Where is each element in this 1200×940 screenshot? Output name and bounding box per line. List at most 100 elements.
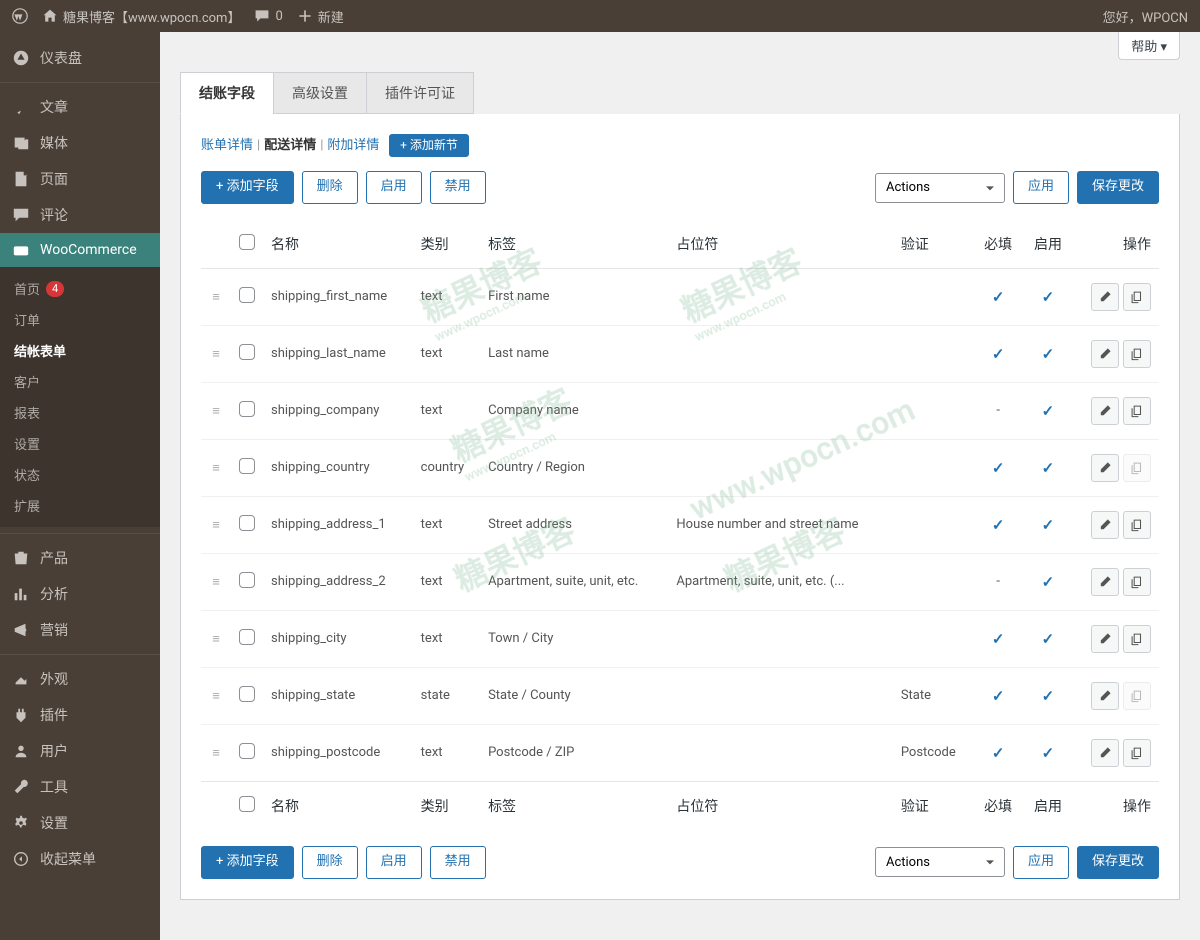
disable-button-bottom[interactable]: 禁用: [430, 846, 486, 879]
apply-button-bottom[interactable]: 应用: [1013, 846, 1069, 879]
row-checkbox[interactable]: [239, 287, 255, 303]
copy-button[interactable]: [1123, 739, 1151, 767]
menu-item-product[interactable]: 产品: [0, 540, 160, 576]
drag-handle[interactable]: ≡: [201, 268, 231, 325]
menu-item-users[interactable]: 用户: [0, 733, 160, 769]
submenu-item[interactable]: 结帐表单: [0, 335, 160, 366]
menu-item-pin[interactable]: 文章: [0, 89, 160, 125]
submenu-item[interactable]: 客户: [0, 366, 160, 397]
cell-label: Postcode / ZIP: [480, 724, 668, 781]
copy-button[interactable]: [1123, 340, 1151, 368]
add-field-button-bottom[interactable]: + 添加字段: [201, 846, 294, 879]
cell-placeholder: [668, 667, 892, 724]
drag-handle[interactable]: ≡: [201, 667, 231, 724]
add-section-button[interactable]: + 添加新节: [389, 134, 469, 157]
submenu-item[interactable]: 状态: [0, 459, 160, 490]
row-checkbox[interactable]: [239, 344, 255, 360]
delete-button[interactable]: 删除: [302, 171, 358, 204]
copy-button[interactable]: [1123, 283, 1151, 311]
menu-item-marketing[interactable]: 营销: [0, 612, 160, 648]
drag-handle[interactable]: ≡: [201, 496, 231, 553]
menu-item-collapse[interactable]: 收起菜单: [0, 841, 160, 877]
edit-button[interactable]: [1091, 340, 1119, 368]
menu-item-dashboard[interactable]: 仪表盘: [0, 40, 160, 76]
cell-placeholder: Apartment, suite, unit, etc. (...: [668, 553, 892, 610]
cell-required: ✓: [973, 610, 1023, 667]
row-checkbox[interactable]: [239, 686, 255, 702]
menu-item-page[interactable]: 页面: [0, 161, 160, 197]
new-link[interactable]: 新建: [297, 7, 344, 26]
cell-type: text: [413, 268, 480, 325]
copy-button[interactable]: [1123, 625, 1151, 653]
menu-item-woo[interactable]: WooCommerce: [0, 233, 160, 267]
menu-label: 产品: [40, 548, 68, 568]
menu-item-tools[interactable]: 工具: [0, 769, 160, 805]
row-checkbox[interactable]: [239, 401, 255, 417]
enable-button-bottom[interactable]: 启用: [366, 846, 422, 879]
cell-validation: [893, 325, 973, 382]
submenu-item[interactable]: 设置: [0, 428, 160, 459]
disable-button[interactable]: 禁用: [430, 171, 486, 204]
cell-type: text: [413, 496, 480, 553]
drag-handle[interactable]: ≡: [201, 724, 231, 781]
submenu-item[interactable]: 订单: [0, 304, 160, 335]
comments-link[interactable]: 0: [254, 8, 282, 24]
subsection-link[interactable]: 账单详情: [201, 138, 253, 153]
copy-button[interactable]: [1123, 568, 1151, 596]
delete-button-bottom[interactable]: 删除: [302, 846, 358, 879]
cell-validation: Postcode: [893, 724, 973, 781]
add-field-button[interactable]: + 添加字段: [201, 171, 294, 204]
th-required: 必填: [973, 781, 1023, 830]
tab[interactable]: 插件许可证: [366, 72, 474, 114]
row-checkbox[interactable]: [239, 629, 255, 645]
copy-button[interactable]: [1123, 511, 1151, 539]
bulk-actions-select-bottom[interactable]: Actions: [875, 847, 1005, 877]
edit-button[interactable]: [1091, 739, 1119, 767]
drag-handle[interactable]: ≡: [201, 610, 231, 667]
row-checkbox[interactable]: [239, 458, 255, 474]
drag-handle[interactable]: ≡: [201, 553, 231, 610]
menu-item-settings[interactable]: 设置: [0, 805, 160, 841]
submenu-item[interactable]: 报表: [0, 397, 160, 428]
menu-item-comment[interactable]: 评论: [0, 197, 160, 233]
edit-button[interactable]: [1091, 283, 1119, 311]
save-button-bottom[interactable]: 保存更改: [1077, 846, 1159, 879]
menu-item-analytics[interactable]: 分析: [0, 576, 160, 612]
subsection-link[interactable]: 配送详情: [264, 138, 316, 153]
tab[interactable]: 高级设置: [273, 72, 367, 114]
menu-item-plugins[interactable]: 插件: [0, 697, 160, 733]
select-all-checkbox[interactable]: [239, 796, 255, 812]
wp-logo[interactable]: [12, 8, 28, 24]
th-label: 标签: [480, 781, 668, 830]
settings-icon: [12, 814, 30, 832]
copy-button[interactable]: [1123, 397, 1151, 425]
row-checkbox[interactable]: [239, 572, 255, 588]
save-button[interactable]: 保存更改: [1077, 171, 1159, 204]
home-icon: [42, 8, 58, 24]
enable-button[interactable]: 启用: [366, 171, 422, 204]
submenu-item[interactable]: 扩展: [0, 490, 160, 521]
drag-handle[interactable]: ≡: [201, 439, 231, 496]
menu-item-media[interactable]: 媒体: [0, 125, 160, 161]
drag-handle[interactable]: ≡: [201, 325, 231, 382]
select-all-checkbox[interactable]: [239, 234, 255, 250]
help-tab[interactable]: 帮助 ▾: [1118, 32, 1180, 60]
edit-button[interactable]: [1091, 682, 1119, 710]
edit-button[interactable]: [1091, 454, 1119, 482]
row-checkbox[interactable]: [239, 743, 255, 759]
submenu-item[interactable]: 首页 4: [0, 273, 160, 304]
apply-button[interactable]: 应用: [1013, 171, 1069, 204]
greeting[interactable]: 您好，WPOCN: [1103, 7, 1188, 26]
menu-item-appearance[interactable]: 外观: [0, 661, 160, 697]
tab[interactable]: 结账字段: [180, 72, 274, 114]
edit-button[interactable]: [1091, 625, 1119, 653]
edit-button[interactable]: [1091, 511, 1119, 539]
bulk-actions-select[interactable]: Actions: [875, 173, 1005, 203]
site-name-link[interactable]: 糖果博客【www.wpocn.com】: [42, 7, 240, 26]
edit-button[interactable]: [1091, 397, 1119, 425]
row-checkbox[interactable]: [239, 515, 255, 531]
th-placeholder: 占位符: [668, 220, 892, 269]
edit-button[interactable]: [1091, 568, 1119, 596]
subsection-link[interactable]: 附加详情: [327, 138, 379, 153]
drag-handle[interactable]: ≡: [201, 382, 231, 439]
